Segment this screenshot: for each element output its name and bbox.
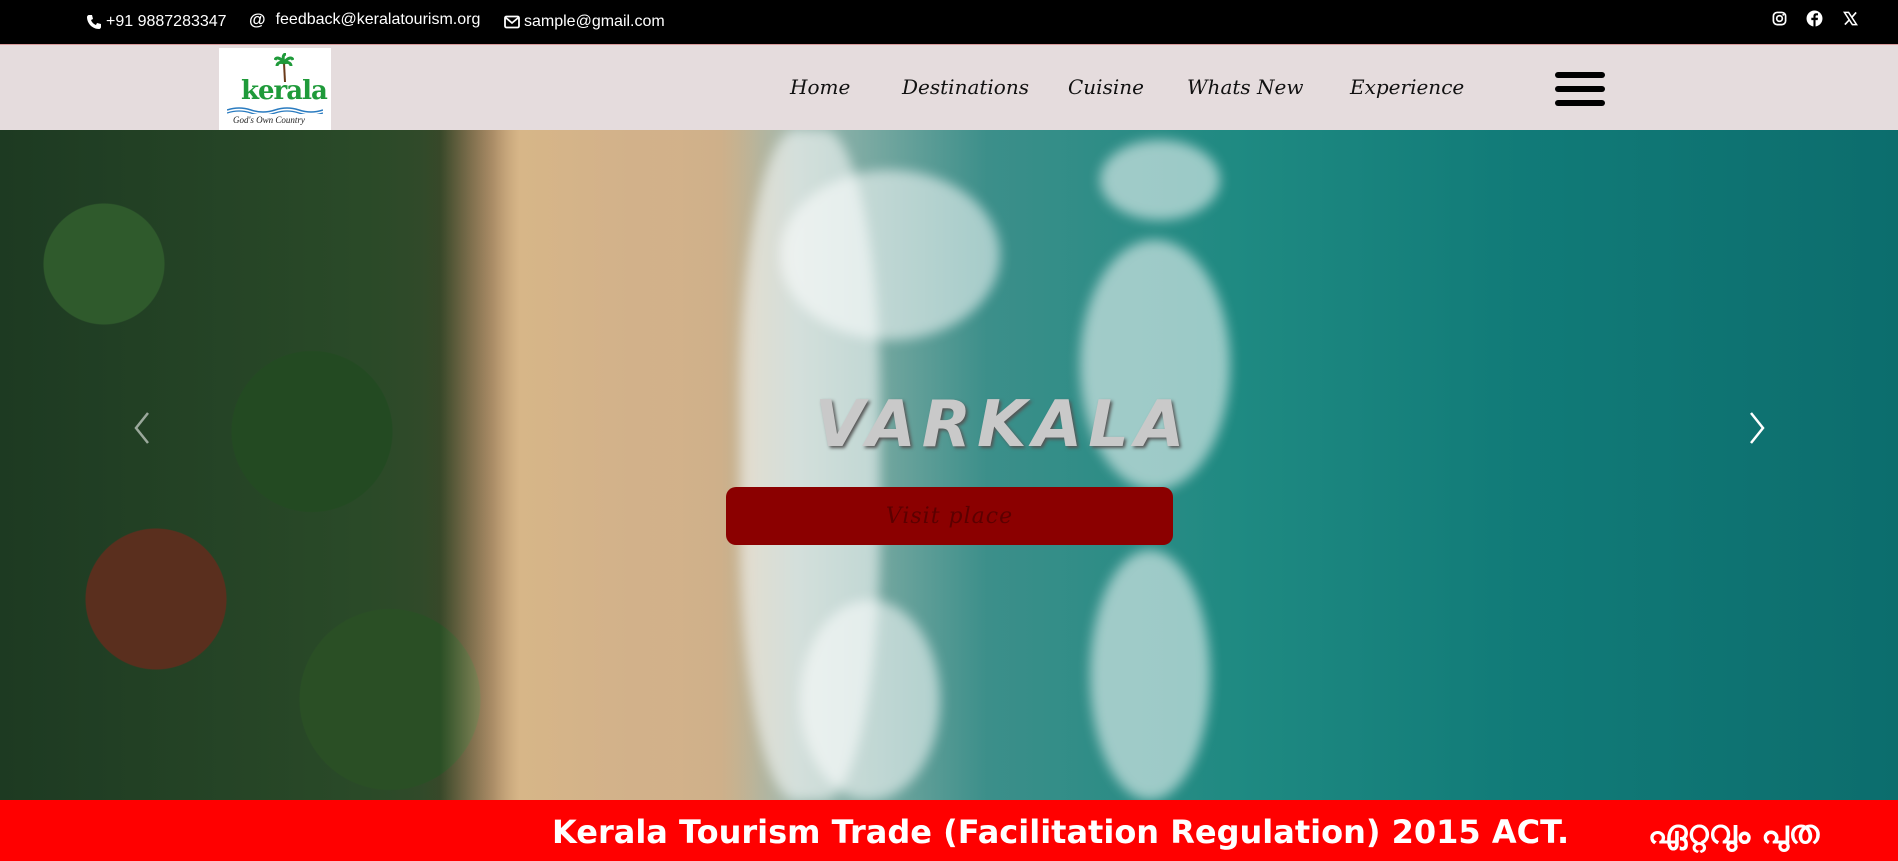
wave-icon	[227, 107, 323, 114]
phone-number: +91 9887283347	[106, 13, 227, 30]
phone-icon	[86, 14, 102, 30]
hamburger-menu-icon[interactable]	[1555, 72, 1605, 108]
surf-foam	[800, 600, 940, 800]
logo-tagline: God's Own Country	[233, 115, 305, 125]
news-ticker: Kerala Tourism Trade (Facilitation Regul…	[0, 800, 1898, 861]
at-icon: @	[249, 10, 266, 29]
site-logo[interactable]: kerala God's Own Country	[219, 48, 331, 131]
nav-home[interactable]: Home	[790, 75, 850, 99]
ticker-text[interactable]: Kerala Tourism Trade (Facilitation Regul…	[552, 813, 1569, 851]
envelope-icon	[504, 15, 520, 29]
beach-sand	[440, 130, 760, 800]
phone-contact[interactable]: +91 9887283347	[86, 13, 227, 31]
top-contact-bar: +91 9887283347 @ feedback@keralatourism.…	[0, 0, 1898, 44]
ticker-text-malayalam[interactable]: ഏറ്റവും പുത	[1648, 813, 1819, 852]
nav-whats-new[interactable]: Whats New	[1187, 75, 1303, 99]
slider-next-arrow-icon[interactable]	[1741, 408, 1771, 448]
main-header: kerala God's Own Country Home Destinatio…	[0, 44, 1898, 131]
hero-slider: VARKALA Visit place	[0, 130, 1898, 800]
x-icon[interactable]	[1836, 4, 1864, 32]
nav-destinations[interactable]: Destinations	[902, 75, 1029, 99]
feedback-email: feedback@keralatourism.org	[275, 11, 481, 28]
logo-wordmark: kerala	[241, 76, 328, 106]
surf-foam	[1100, 140, 1220, 220]
slide-title: VARKALA	[815, 388, 1191, 462]
page: +91 9887283347 @ feedback@keralatourism.…	[0, 0, 1898, 861]
surf-foam	[1090, 550, 1210, 800]
nav-experience[interactable]: Experience	[1350, 75, 1464, 99]
facebook-icon[interactable]	[1800, 4, 1828, 32]
nav-cuisine[interactable]: Cuisine	[1068, 75, 1144, 99]
sample-email-contact[interactable]: sample@gmail.com	[504, 13, 665, 31]
surf-foam	[780, 170, 1000, 340]
visit-place-button[interactable]: Visit place	[726, 487, 1173, 545]
slider-prev-arrow-icon[interactable]	[128, 408, 158, 448]
visit-place-label: Visit place	[885, 503, 1014, 529]
sample-email: sample@gmail.com	[524, 13, 665, 30]
instagram-icon[interactable]	[1765, 4, 1793, 32]
feedback-contact[interactable]: @ feedback@keralatourism.org	[249, 10, 480, 30]
